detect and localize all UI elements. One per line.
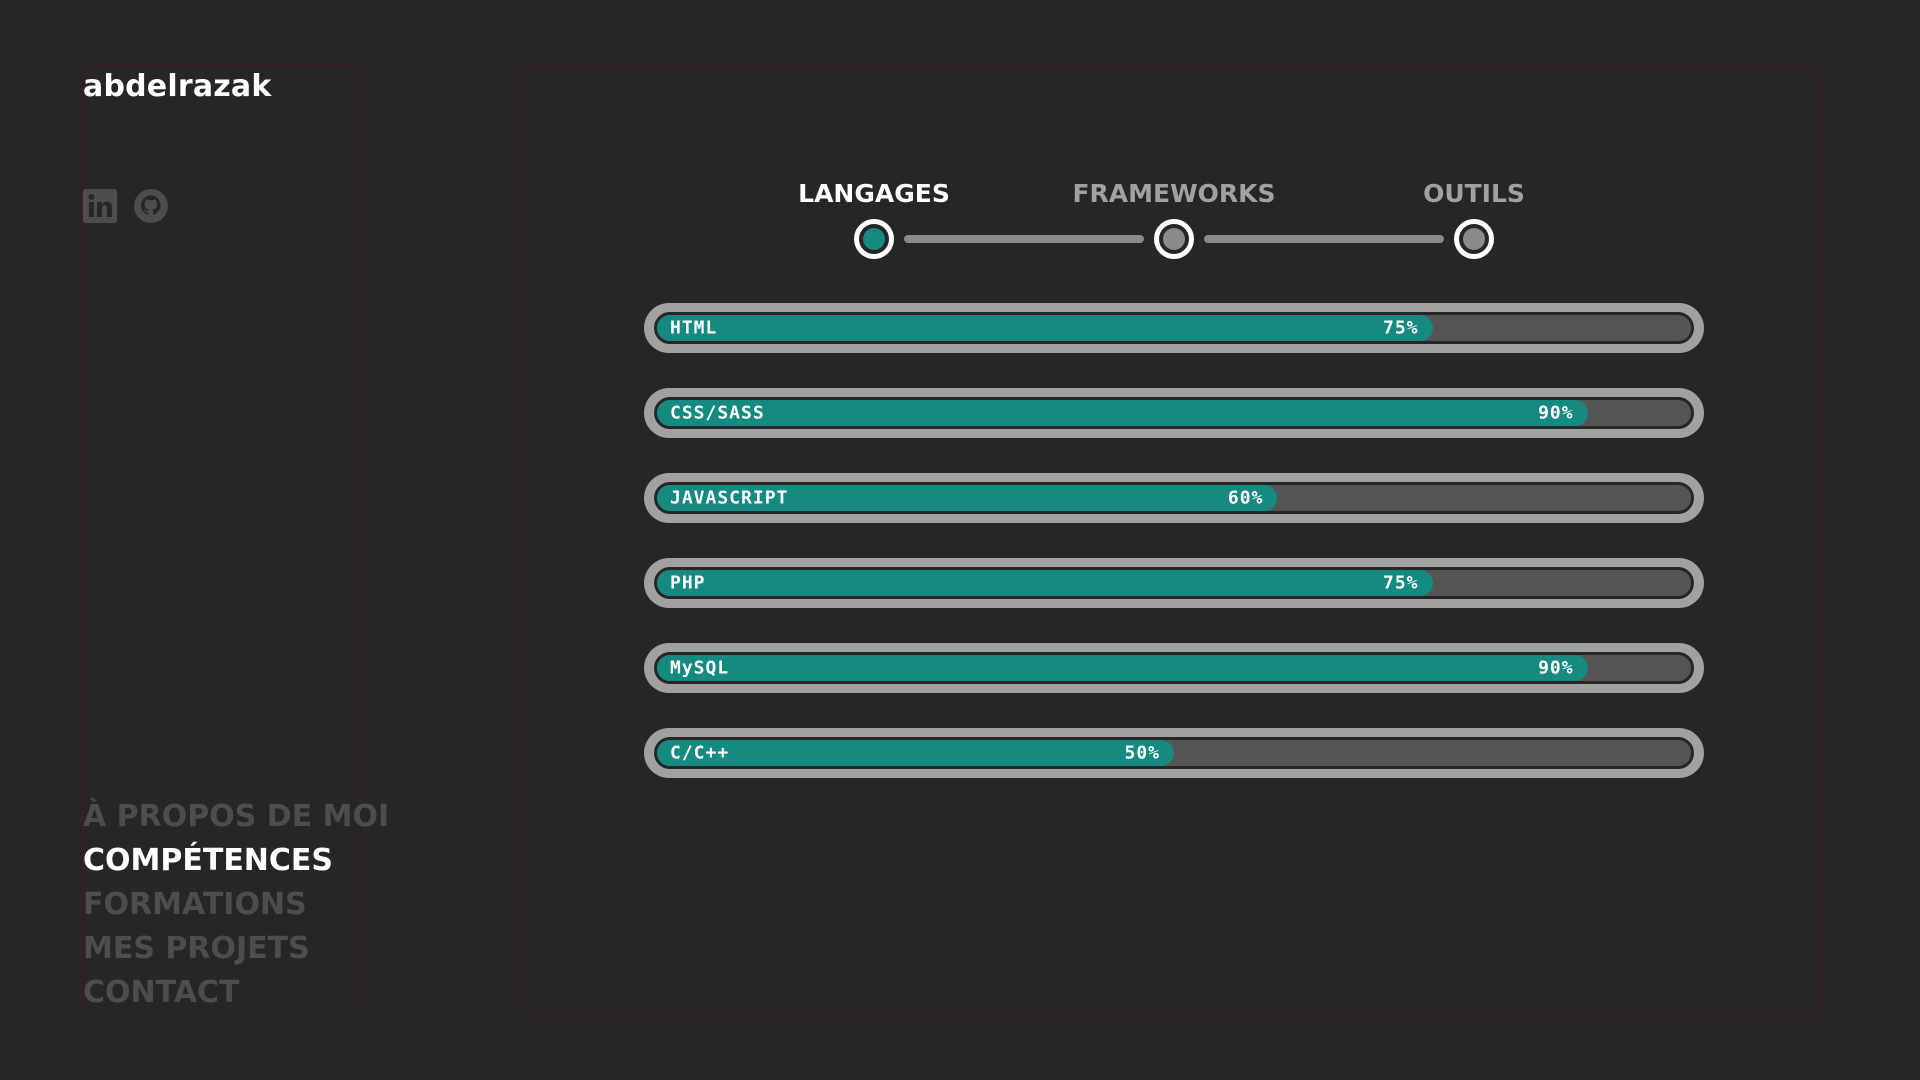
skill-name: CSS/SASS <box>670 402 765 424</box>
skill-name: C/C++ <box>670 742 730 764</box>
skill-bar-c-cpp: C/C++ 50% <box>644 728 1704 778</box>
social-links <box>83 189 168 223</box>
step-dot-inner <box>863 228 885 250</box>
skill-name: HTML <box>670 317 718 339</box>
nav-item-a-propos[interactable]: À PROPOS DE MOI <box>83 795 389 839</box>
skill-percent: 90% <box>1538 402 1574 424</box>
skill-bar-html: HTML 75% <box>644 303 1704 353</box>
skill-percent: 75% <box>1382 572 1419 594</box>
skill-bar-mysql: MySQL 90% <box>644 643 1704 693</box>
skill-name: JAVASCRIPT <box>670 487 789 509</box>
step-connector <box>1204 235 1444 243</box>
skill-fill <box>657 655 1588 681</box>
step-label-langages[interactable]: LANGAGES <box>798 179 950 208</box>
skill-bar-javascript: JAVASCRIPT 60% <box>644 473 1704 523</box>
skill-fill <box>657 315 1433 341</box>
step-label-frameworks[interactable]: FRAMEWORKS <box>1072 179 1275 208</box>
skill-track: MySQL 90% <box>654 652 1694 684</box>
skill-bar-css-sass: CSS/SASS 90% <box>644 388 1704 438</box>
sidebar: abdelrazak À PROPOS DE MOI COMPÉTENCES F… <box>82 64 389 1016</box>
skill-percent: 90% <box>1538 657 1574 679</box>
step-dot-outils[interactable] <box>1454 219 1494 259</box>
skill-name: MySQL <box>670 657 730 679</box>
linkedin-icon[interactable] <box>83 189 117 223</box>
skill-bar-php: PHP 75% <box>644 558 1704 608</box>
skill-percent: 50% <box>1124 742 1160 764</box>
skill-track: CSS/SASS 90% <box>654 397 1694 429</box>
nav-item-contact[interactable]: CONTACT <box>83 971 389 1015</box>
nav-item-formations[interactable]: FORMATIONS <box>83 883 389 927</box>
skill-track: C/C++ 50% <box>654 737 1694 769</box>
step-dot-langages[interactable] <box>854 219 894 259</box>
skill-track: JAVASCRIPT 60% <box>654 482 1694 514</box>
skill-fill <box>657 570 1433 596</box>
skill-track: PHP 75% <box>654 567 1694 599</box>
skill-percent: 60% <box>1227 487 1264 509</box>
step-connector <box>904 235 1144 243</box>
skill-percent: 75% <box>1382 317 1419 339</box>
nav-item-competences[interactable]: COMPÉTENCES <box>83 839 389 883</box>
skill-track: HTML 75% <box>654 312 1694 344</box>
step-dot-inner <box>1463 228 1485 250</box>
brand-name[interactable]: abdelrazak <box>83 69 272 104</box>
nav-item-projets[interactable]: MES PROJETS <box>83 927 389 971</box>
skill-name: PHP <box>670 572 706 594</box>
github-icon[interactable] <box>134 189 168 223</box>
skills-panel: LANGAGES FRAMEWORKS OUTILS HTML 75% CSS/… <box>527 66 1820 1018</box>
step-dot-frameworks[interactable] <box>1154 219 1194 259</box>
step-label-outils[interactable]: OUTILS <box>1423 179 1525 208</box>
step-dot-inner <box>1163 228 1185 250</box>
skill-fill <box>657 400 1588 426</box>
main-nav: À PROPOS DE MOI COMPÉTENCES FORMATIONS M… <box>83 795 389 1015</box>
skill-fill <box>657 740 1174 766</box>
